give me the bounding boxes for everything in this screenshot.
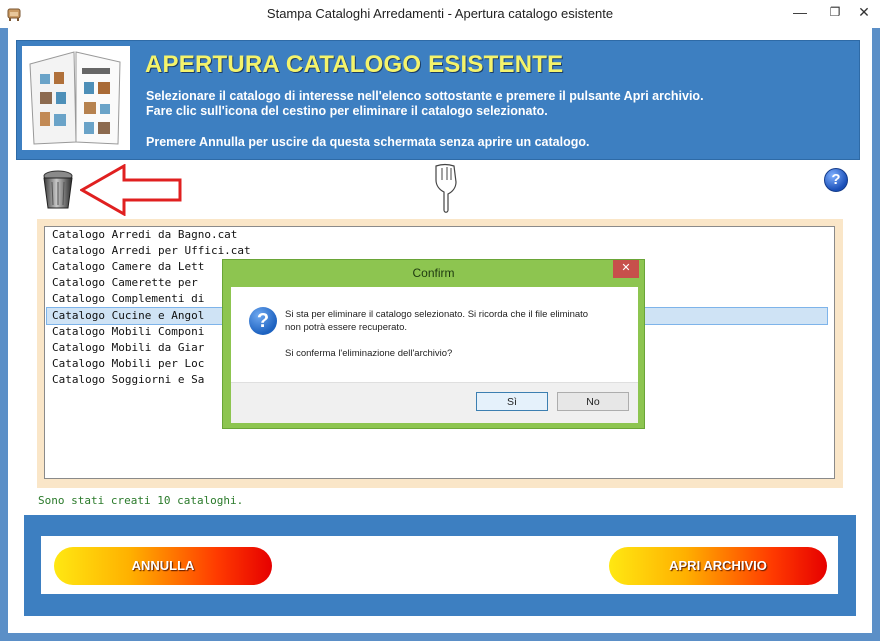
pointing-hand-icon — [435, 163, 457, 213]
list-item[interactable]: Catalogo Arredi per Uffici.cat — [52, 243, 832, 259]
dialog-message-line-3: Si conferma l'eliminazione dell'archivio… — [285, 348, 453, 359]
status-text: Sono stati creati 10 cataloghi. — [38, 494, 244, 507]
dialog-title: Confirm — [412, 266, 455, 280]
window-title: Stampa Cataloghi Arredamenti - Apertura … — [266, 6, 614, 21]
list-item[interactable]: Catalogo Arredi da Bagno.cat — [52, 227, 832, 243]
trash-bin-icon[interactable] — [36, 168, 76, 210]
question-icon: ? — [249, 307, 277, 335]
instruction-line-2: Fare clic sull'icona del cestino per eli… — [146, 104, 548, 118]
title-bar[interactable]: Stampa Cataloghi Arredamenti - Apertura … — [0, 0, 880, 28]
instruction-line-1: Selezionare il catalogo di interesse nel… — [146, 89, 704, 103]
dialog-close-button[interactable]: ✕ — [613, 260, 639, 278]
cancel-button[interactable]: ANNULLA — [54, 547, 272, 585]
no-button[interactable]: No — [557, 392, 629, 411]
help-icon[interactable]: ? — [824, 168, 848, 192]
catalog-book-icon — [22, 46, 130, 150]
page-title: APERTURA CATALOGO ESISTENTE — [145, 51, 564, 78]
open-archive-button[interactable]: APRI ARCHIVIO — [609, 547, 827, 585]
close-window-button[interactable]: ✕ — [848, 0, 880, 26]
main-window: Stampa Cataloghi Arredamenti - Apertura … — [0, 0, 880, 641]
dialog-message-line-1: Si sta per eliminare il catalogo selezio… — [285, 309, 589, 320]
instruction-line-3: Premere Annulla per uscire da questa sch… — [146, 135, 590, 149]
dialog-message-line-2: non potrà essere recuperato. — [285, 322, 407, 333]
red-arrow-icon — [80, 164, 182, 216]
minimize-button[interactable]: — — [783, 0, 817, 26]
yes-button[interactable]: Sì — [476, 392, 548, 411]
maximize-button[interactable]: ❐ — [818, 0, 852, 26]
